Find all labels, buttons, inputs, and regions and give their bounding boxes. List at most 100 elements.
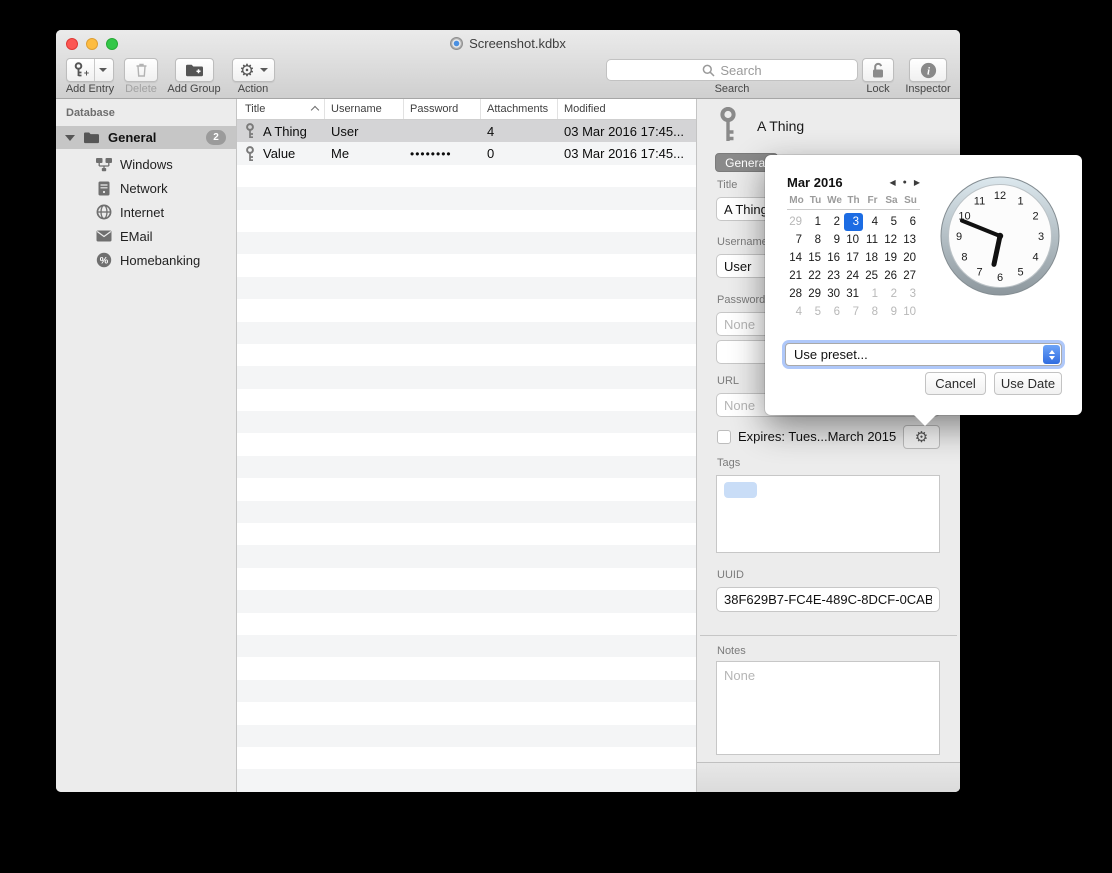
- calendar-day[interactable]: 4: [787, 303, 806, 321]
- calendar-day[interactable]: 14: [787, 249, 806, 267]
- table-stripe: [237, 366, 696, 388]
- calendar-day[interactable]: 7: [844, 303, 863, 321]
- calendar-day[interactable]: 13: [901, 231, 920, 249]
- lock-button[interactable]: [862, 58, 894, 82]
- table-row[interactable]: A Thing User 4 03 Mar 2016 17:45...: [237, 120, 696, 142]
- calendar-day[interactable]: 12: [882, 231, 901, 249]
- calendar-day[interactable]: 1: [806, 213, 825, 231]
- tags-field[interactable]: [716, 475, 940, 553]
- entry-username: Me: [325, 142, 404, 164]
- entry-password: ••••••••: [404, 142, 481, 164]
- tag-token[interactable]: [724, 482, 757, 498]
- calendar-today-button[interactable]: ●: [903, 179, 907, 186]
- info-icon: i: [920, 62, 937, 79]
- add-entry-button[interactable]: +: [66, 58, 114, 82]
- calendar-day[interactable]: 11: [863, 231, 882, 249]
- column-header-username[interactable]: Username: [325, 99, 404, 119]
- calendar-prev-button[interactable]: ◀: [889, 178, 895, 187]
- calendar-day[interactable]: 9: [825, 231, 844, 249]
- column-header-modified[interactable]: Modified: [558, 99, 696, 119]
- uuid-field[interactable]: [716, 587, 940, 612]
- expires-label: Expires: Tues...March 2015: [738, 429, 896, 444]
- sidebar-item-internet[interactable]: Internet: [56, 200, 236, 224]
- column-header-attachments[interactable]: Attachments: [481, 99, 558, 119]
- calendar-day[interactable]: 18: [863, 249, 882, 267]
- calendar-day[interactable]: 2: [882, 285, 901, 303]
- preset-dropdown[interactable]: Use preset...: [785, 343, 1062, 366]
- sidebar-item-label: EMail: [120, 229, 153, 244]
- calendar-day[interactable]: 2: [825, 213, 844, 231]
- cancel-button[interactable]: Cancel: [925, 372, 986, 395]
- calendar-day[interactable]: 25: [863, 267, 882, 285]
- calendar-day[interactable]: 7: [787, 231, 806, 249]
- calendar-day[interactable]: 8: [806, 231, 825, 249]
- sidebar-item-label: Network: [120, 181, 168, 196]
- calendar-day[interactable]: 5: [882, 213, 901, 231]
- add-group-button[interactable]: [175, 58, 214, 82]
- sidebar-item-homebanking[interactable]: % Homebanking: [56, 248, 236, 272]
- notes-field[interactable]: None: [716, 661, 940, 755]
- calendar-day[interactable]: 8: [863, 303, 882, 321]
- calendar-day[interactable]: 27: [901, 267, 920, 285]
- calendar-day[interactable]: 21: [787, 267, 806, 285]
- clock-number: 7: [976, 266, 982, 278]
- calendar-day[interactable]: 6: [825, 303, 844, 321]
- action-button[interactable]: ⚙: [232, 58, 275, 82]
- calendar-day[interactable]: 1: [863, 285, 882, 303]
- expires-checkbox[interactable]: [717, 430, 731, 444]
- inspector-button[interactable]: i: [909, 58, 947, 82]
- calendar-day[interactable]: 31: [844, 285, 863, 303]
- table-stripe: [237, 322, 696, 344]
- calendar-day[interactable]: 5: [806, 303, 825, 321]
- dropdown-stepper-icon[interactable]: [1043, 345, 1060, 364]
- sidebar-item-windows[interactable]: Windows: [56, 152, 236, 176]
- search-placeholder: Search: [720, 63, 761, 78]
- sidebar-item-general[interactable]: General 2: [56, 126, 236, 149]
- calendar-day[interactable]: 28: [787, 285, 806, 303]
- plus-icon: +: [84, 68, 89, 78]
- calendar-day[interactable]: 6: [901, 213, 920, 231]
- tags-label: Tags: [717, 457, 740, 469]
- sidebar-item-email[interactable]: EMail: [56, 224, 236, 248]
- segment-divider: [94, 59, 95, 81]
- chevron-down-icon[interactable]: [99, 68, 107, 72]
- window-title: Screenshot.kdbx: [469, 36, 566, 51]
- calendar-day[interactable]: 24: [844, 267, 863, 285]
- calendar-day[interactable]: 10: [901, 303, 920, 321]
- calendar-day[interactable]: 15: [806, 249, 825, 267]
- table-stripe: [237, 344, 696, 366]
- calendar-day[interactable]: 20: [901, 249, 920, 267]
- table-stripe: [237, 299, 696, 321]
- delete-button[interactable]: [124, 58, 158, 82]
- calendar-day[interactable]: 19: [882, 249, 901, 267]
- calendar-day[interactable]: 30: [825, 285, 844, 303]
- notes-label: Notes: [717, 645, 746, 657]
- calendar-day[interactable]: 10: [844, 231, 863, 249]
- search-input[interactable]: Search: [606, 59, 858, 81]
- calendar-day[interactable]: 26: [882, 267, 901, 285]
- window-title-wrap: Screenshot.kdbx: [56, 36, 960, 51]
- calendar-grid: 2912345678910111213141516171819202122232…: [787, 213, 920, 321]
- table-body: A Thing User 4 03 Mar 2016 17:45... Valu…: [237, 120, 696, 792]
- inspector-footer: [697, 762, 960, 792]
- sidebar-header: Database: [66, 107, 115, 119]
- calendar-day[interactable]: 29: [787, 213, 806, 231]
- table-row[interactable]: Value Me •••••••• 0 03 Mar 2016 17:45...: [237, 142, 696, 164]
- column-header-password[interactable]: Password: [404, 99, 481, 119]
- calendar-day[interactable]: 17: [844, 249, 863, 267]
- calendar-day[interactable]: 3: [844, 213, 863, 231]
- use-date-button[interactable]: Use Date: [994, 372, 1062, 395]
- calendar-next-button[interactable]: ▶: [914, 178, 920, 187]
- disclosure-triangle-icon[interactable]: [65, 135, 75, 141]
- column-header-title[interactable]: Title: [237, 99, 325, 119]
- calendar-day[interactable]: 23: [825, 267, 844, 285]
- calendar-day[interactable]: 22: [806, 267, 825, 285]
- clock-number: 12: [994, 190, 1006, 202]
- calendar-day[interactable]: 4: [863, 213, 882, 231]
- calendar-day[interactable]: 9: [882, 303, 901, 321]
- calendar-day[interactable]: 29: [806, 285, 825, 303]
- sidebar-item-network[interactable]: Network: [56, 176, 236, 200]
- calendar-day[interactable]: 3: [901, 285, 920, 303]
- expires-gear-button[interactable]: ⚙: [903, 425, 940, 449]
- calendar-day[interactable]: 16: [825, 249, 844, 267]
